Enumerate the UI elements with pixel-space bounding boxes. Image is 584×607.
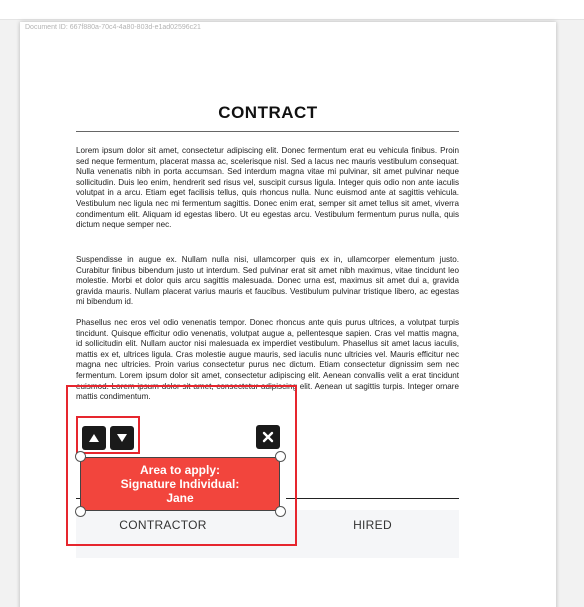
field-area-label: Area to apply:	[139, 463, 220, 477]
move-down-button[interactable]	[110, 426, 134, 450]
arrow-down-icon	[117, 434, 127, 442]
document-id: Document ID: 667f880a-70c4-4a80-803d-e1a…	[25, 24, 201, 31]
move-up-button[interactable]	[82, 426, 106, 450]
hired-label: HIRED	[353, 518, 392, 532]
resize-handle-top-left[interactable]	[75, 451, 86, 462]
remove-field-button[interactable]	[256, 425, 280, 449]
resize-handle-bottom-left[interactable]	[75, 506, 86, 517]
arrow-up-icon	[89, 434, 99, 442]
hired-signature-line	[286, 498, 459, 499]
paragraph-1: Lorem ipsum dolor sit amet, consectetur …	[76, 146, 459, 230]
viewer-top-bar	[0, 0, 584, 20]
title-divider	[76, 131, 459, 132]
document-title: CONTRACT	[218, 103, 318, 122]
field-signer-name: Jane	[166, 491, 194, 505]
signature-field[interactable]: Area to apply: Signature Individual: Jan…	[80, 457, 280, 511]
field-type-label: Signature Individual:	[120, 477, 240, 491]
paragraph-2: Suspendisse in augue ex. Nullam nulla ni…	[76, 255, 459, 307]
close-icon	[262, 431, 274, 443]
resize-handle-bottom-right[interactable]	[275, 506, 286, 517]
resize-handle-top-right[interactable]	[275, 451, 286, 462]
